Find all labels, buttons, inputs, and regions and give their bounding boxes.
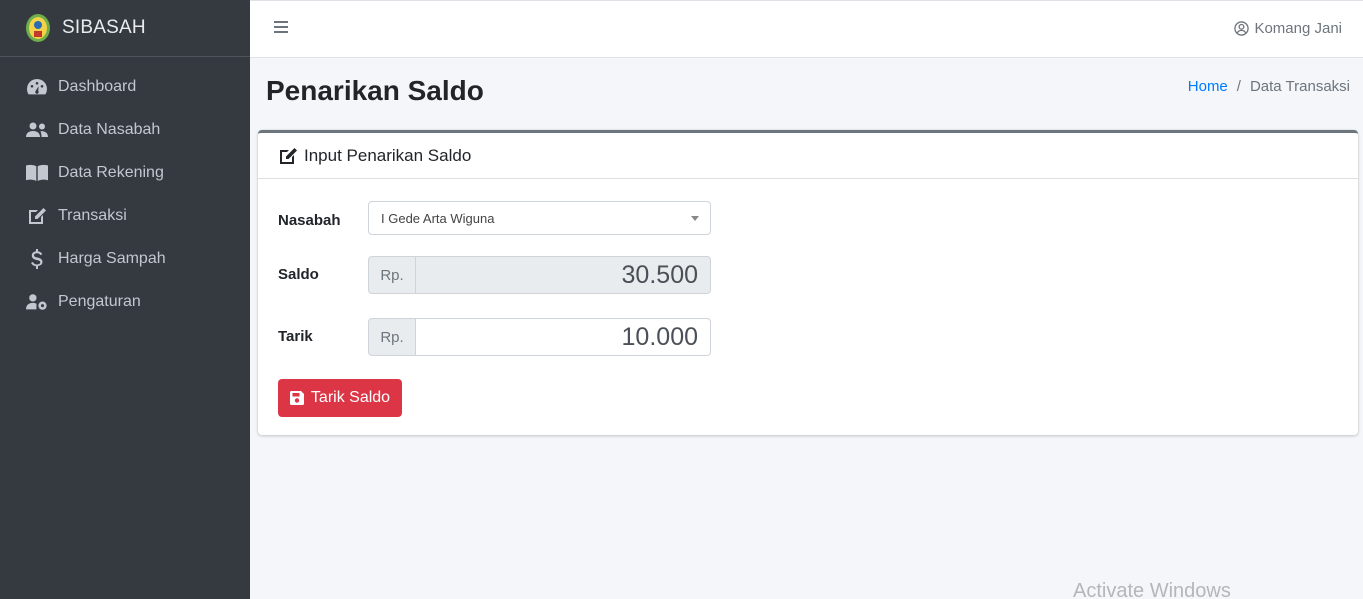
saldo-field: 30.500 (416, 256, 711, 294)
tachometer-icon (26, 77, 48, 97)
sidebar-item-label: Dashboard (58, 77, 137, 95)
menu-toggle-icon[interactable] (274, 21, 288, 35)
brand-name: SIBASAH (62, 17, 146, 38)
dollar-icon (26, 248, 48, 269)
tarik-amount-input[interactable]: 10.000 (416, 318, 711, 356)
sidebar: SIBASAH Dashboard Data Nasabah Data Reke… (0, 0, 250, 599)
saldo-label: Saldo (278, 266, 319, 283)
penarikan-card: Input Penarikan Saldo Nasabah I Gede Art… (258, 130, 1358, 435)
nasabah-select[interactable]: I Gede Arta Wiguna (368, 201, 711, 235)
brand-logo-icon (26, 14, 50, 42)
breadcrumb-current: Data Transaksi (1249, 78, 1350, 95)
sidebar-item-transaksi[interactable]: Transaksi (0, 194, 250, 237)
user-name: Komang Jani (1254, 20, 1342, 37)
edit-icon (26, 206, 48, 226)
breadcrumb-separator: / (1236, 78, 1241, 95)
save-icon (289, 391, 304, 405)
tarik-saldo-button-label: Tarik Saldo (310, 389, 391, 406)
edit-icon (280, 147, 297, 164)
sidebar-item-label: Data Nasabah (58, 120, 161, 138)
page-title: Penarikan Saldo (266, 75, 484, 106)
user-circle-icon (1234, 21, 1250, 36)
nasabah-label: Nasabah (278, 212, 341, 229)
sidebar-item-label: Harga Sampah (58, 249, 166, 267)
tarik-currency-prefix: Rp. (368, 318, 416, 356)
nasabah-selected-value: I Gede Arta Wiguna (381, 210, 495, 226)
sidebar-item-data-nasabah[interactable]: Data Nasabah (0, 108, 250, 151)
breadcrumb-home-link[interactable]: Home (1188, 78, 1228, 95)
saldo-input-group: Rp. 30.500 (368, 256, 711, 294)
book-icon (26, 163, 48, 183)
sidebar-item-dashboard[interactable]: Dashboard (0, 65, 250, 108)
sidebar-item-data-rekening[interactable]: Data Rekening (0, 151, 250, 194)
sidebar-item-label: Transaksi (58, 206, 127, 224)
tarik-input-group: Rp. 10.000 (368, 318, 711, 356)
card-header: Input Penarikan Saldo (258, 133, 1358, 179)
sidebar-item-harga-sampah[interactable]: Harga Sampah (0, 237, 250, 280)
breadcrumb: Home / Data Transaksi (1188, 78, 1350, 95)
sidebar-item-label: Data Rekening (58, 163, 164, 181)
top-navbar: Komang Jani (250, 0, 1363, 58)
sidebar-nav: Dashboard Data Nasabah Data Rekening Tra… (0, 57, 250, 323)
card-title: Input Penarikan Saldo (304, 145, 472, 165)
user-cog-icon (26, 292, 48, 312)
user-menu[interactable]: Komang Jani (1234, 20, 1342, 37)
sidebar-item-pengaturan[interactable]: Pengaturan (0, 280, 250, 323)
saldo-currency-prefix: Rp. (368, 256, 416, 294)
caret-down-icon (691, 216, 699, 221)
brand[interactable]: SIBASAH (0, 0, 250, 57)
users-icon (26, 120, 48, 140)
sidebar-item-label: Pengaturan (58, 292, 141, 310)
tarik-label: Tarik (278, 328, 313, 345)
windows-activation-watermark: Activate Windows (1073, 580, 1231, 599)
tarik-saldo-button[interactable]: Tarik Saldo (278, 379, 402, 417)
